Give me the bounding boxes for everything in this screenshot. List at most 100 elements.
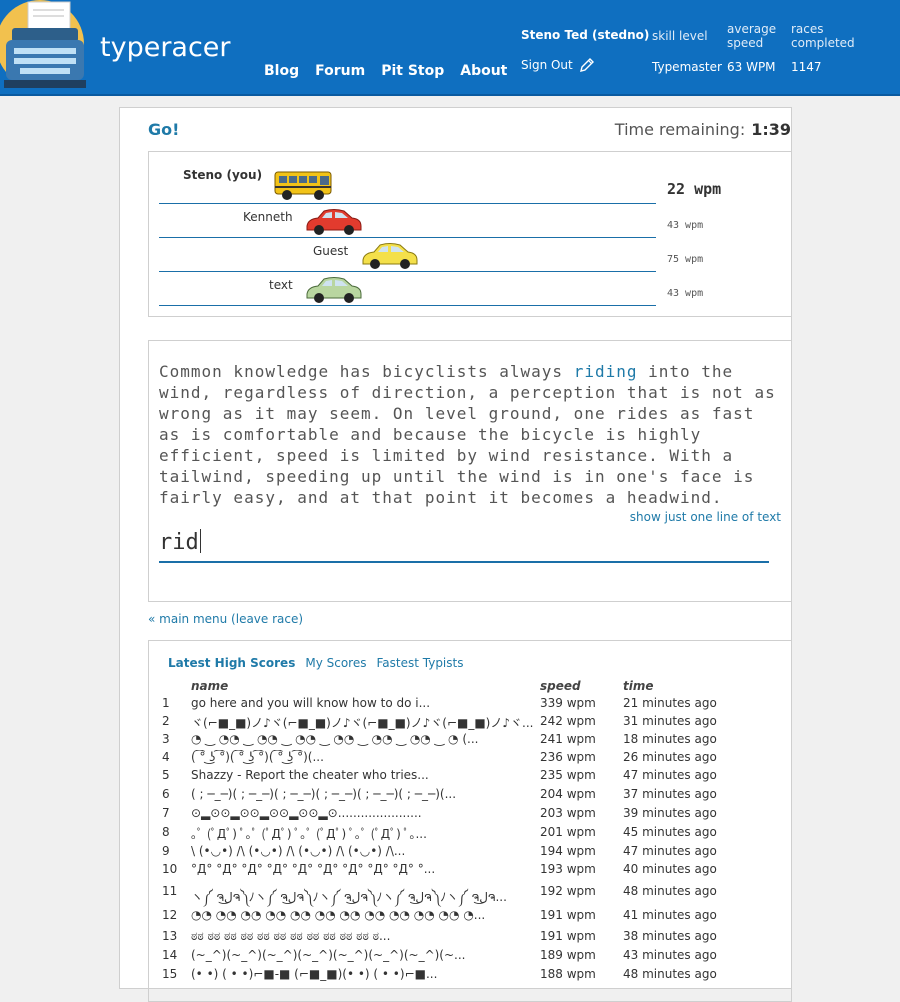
score-time: 47 minutes ago [623,844,717,858]
table-row: 2 ヾ(⌐■_■)ノ♪ヾ(⌐■_■)ノ♪ヾ(⌐■_■)ノ♪ヾ(⌐■_■)ノ♪ヾ..… [149,714,789,732]
score-speed: 204 wpm [540,787,596,801]
score-name[interactable]: go here and you will know how to do i... [191,696,539,710]
races-completed-label-line2: completed [791,36,855,50]
score-name[interactable]: ｡ﾟ (ﾟДﾟ) ﾟ｡ﾟ (ﾟДﾟ) ﾟ｡ﾟ (ﾟДﾟ) ﾟ｡ﾟ (ﾟДﾟ) ﾟ… [191,825,539,842]
score-time: 41 minutes ago [623,908,717,922]
score-speed: 189 wpm [540,948,596,962]
score-name[interactable]: (• •) ( • •)⌐■-■ (⌐■_■)(• •) ( • •)⌐■... [191,967,539,981]
green-car-icon [306,277,362,303]
table-row: 12 ◔◔ ◔◔ ◔◔ ◔◔ ◔◔ ◔◔ ◔◔ ◔◔ ◔◔ ◔◔ ◔◔ ◔... 1… [149,908,789,926]
column-header-time: time [623,679,654,693]
lane-kenneth [159,237,656,238]
table-row: 14 (~_^)(~_^)(~_^)(~_^)(~_^)(~_^)(~_^)(~.… [149,948,789,966]
score-rank: 10 [162,862,178,876]
score-name[interactable]: ( ; ─_─)( ; ─_─)( ; ─_─)( ; ─_─)( ; ─_─)… [191,787,539,801]
high-scores-panel: Latest High Scores My Scores Fastest Typ… [148,640,792,1002]
score-time: 39 minutes ago [623,806,717,820]
race-text-current-word: riding [573,362,638,381]
typing-input[interactable]: rid [159,529,769,563]
score-time: 43 minutes ago [623,948,717,962]
show-one-line-link[interactable]: show just one line of text [630,510,781,524]
column-header-speed: speed [540,679,581,693]
score-rank: 9 [162,844,170,858]
time-remaining-value: 1:39 [751,120,791,139]
score-name[interactable]: °Д° °Д° °Д° °Д° °Д° °Д° °Д° °Д° °Д° °... [191,862,539,876]
average-speed-label-line2: speed [727,36,764,50]
tab-latest-high-scores[interactable]: Latest High Scores [168,656,295,670]
column-header-name: name [191,679,229,693]
site-header: typeracer Blog Forum Pit Stop About Sten… [0,0,900,96]
nav-about[interactable]: About [460,63,507,79]
lane-guest [159,271,656,272]
lane-text [159,305,656,306]
score-rank: 11 [162,884,178,898]
score-time: 38 minutes ago [623,929,717,943]
brand-name[interactable]: typeracer [100,32,231,63]
score-time: 48 minutes ago [623,884,717,898]
score-time: 40 minutes ago [623,862,717,876]
main-menu-link[interactable]: « main menu (leave race) [148,612,303,626]
score-name[interactable]: ヾ(⌐■_■)ノ♪ヾ(⌐■_■)ノ♪ヾ(⌐■_■)ノ♪ヾ(⌐■_■)ノ♪ヾ... [191,714,539,731]
score-name[interactable]: ಠಠ ಠಠ ಠಠ ಠಠ ಠಠ ಠಠ ಠಠ ಠಠ ಠಠ ಠಠ ಠಠ ಠ... [191,929,539,944]
table-row: 4 ( ͡° ͜ʖ ͡°)( ͡° ͜ʖ ͡°)( ͡° ͜ʖ ͡°)(... 23… [149,750,789,768]
score-speed: 242 wpm [540,714,596,728]
sign-out-link[interactable]: Sign Out [521,57,595,73]
typing-input-value: rid [159,530,199,555]
score-speed: 192 wpm [540,884,596,898]
score-name[interactable]: ⊙▂⊙⊙▂⊙⊙▂⊙⊙▂⊙⊙▂⊙...................... [191,806,539,820]
racer-name-guest: Guest [313,244,349,258]
wpm-you: 22 wpm [667,180,722,198]
score-rank: 7 [162,806,170,820]
score-rank: 15 [162,967,178,981]
score-speed: 201 wpm [540,825,596,839]
score-time: 26 minutes ago [623,750,717,764]
user-name[interactable]: Steno Ted (stedno) [521,28,649,42]
score-speed: 236 wpm [540,750,596,764]
score-speed: 203 wpm [540,806,596,820]
race-panel: Go! Time remaining: 1:39 Steno (you) 22 w… [119,107,792,1002]
average-speed-label-line1: average [727,22,777,36]
table-row: 8 ｡ﾟ (ﾟДﾟ) ﾟ｡ﾟ (ﾟДﾟ) ﾟ｡ﾟ (ﾟДﾟ) ﾟ｡ﾟ (ﾟДﾟ) … [149,825,789,843]
race-text-typed: Common knowledge has bicyclists always [159,362,574,381]
score-rank: 13 [162,929,178,943]
typewriter-logo-icon[interactable] [0,0,92,92]
school-bus-icon [274,171,332,200]
score-rank: 14 [162,948,178,962]
races-completed-label-line1: races [791,22,824,36]
sign-out-label: Sign Out [521,58,573,72]
table-row: 9 \ (•◡•) /\ (•◡•) /\ (•◡•) /\ (•◡•) /\..… [149,844,789,862]
race-text: Common knowledge has bicyclists always r… [159,361,784,508]
average-speed-value: 63 WPM [727,60,776,74]
score-rank: 5 [162,768,170,782]
score-name[interactable]: ( ͡° ͜ʖ ͡°)( ͡° ͜ʖ ͡°)( ͡° ͜ʖ ͡°)(... [191,750,539,764]
races-completed-label: races completed [791,22,855,50]
score-rank: 12 [162,908,178,922]
score-speed: 194 wpm [540,844,596,858]
score-time: 21 minutes ago [623,696,717,710]
score-time: 18 minutes ago [623,732,717,746]
score-rank: 1 [162,696,170,710]
nav-blog[interactable]: Blog [264,63,299,79]
race-text-remaining: into the wind, regardless of direction, … [159,362,776,507]
skill-level-label: skill level [652,29,708,43]
score-rank: 3 [162,732,170,746]
tab-my-scores[interactable]: My Scores [305,656,366,670]
average-speed-label: average speed [727,22,776,50]
nav-pit-stop[interactable]: Pit Stop [381,63,444,79]
score-speed: 188 wpm [540,967,596,981]
racer-name-kenneth: Kenneth [243,210,293,224]
red-car-icon [306,209,362,235]
skill-level-value: Typemaster [652,60,722,74]
score-rank: 6 [162,787,170,801]
nav-forum[interactable]: Forum [315,63,365,79]
score-speed: 191 wpm [540,908,596,922]
table-row: 10 °Д° °Д° °Д° °Д° °Д° °Д° °Д° °Д° °Д° °.… [149,862,789,880]
score-name[interactable]: ◔ ‿ ◔◔ ‿ ◔◔ ‿ ◔◔ ‿ ◔◔ ‿ ◔◔ ‿ ◔◔ ‿ ◔ (... [191,732,539,746]
race-track: Steno (you) 22 wpm Kenneth 43 wpm Guest … [148,151,792,317]
typing-area: Common knowledge has bicyclists always r… [148,340,792,602]
score-name[interactable]: ◔◔ ◔◔ ◔◔ ◔◔ ◔◔ ◔◔ ◔◔ ◔◔ ◔◔ ◔◔ ◔◔ ◔... [191,908,539,922]
score-name[interactable]: (~_^)(~_^)(~_^)(~_^)(~_^)(~_^)(~_^)(~... [191,948,539,962]
score-name[interactable]: Shazzy - Report the cheater who tries... [191,768,539,782]
tab-fastest-typists[interactable]: Fastest Typists [376,656,463,670]
score-name[interactable]: \ (•◡•) /\ (•◡•) /\ (•◡•) /\ (•◡•) /\... [191,844,539,858]
